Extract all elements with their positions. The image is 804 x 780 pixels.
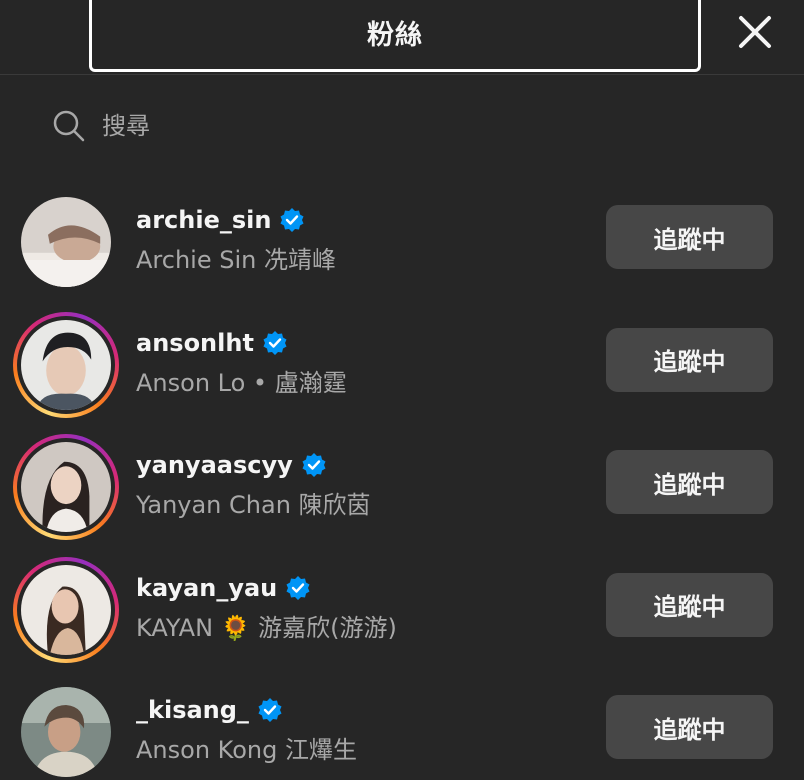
list-item[interactable]: _kisang_ Anson Kong 江𤒹生 追蹤中 — [0, 666, 804, 780]
username[interactable]: archie_sin — [136, 206, 271, 234]
avatar[interactable] — [13, 679, 119, 780]
username[interactable]: ansonlht — [136, 329, 254, 357]
avatar-photo — [21, 687, 111, 777]
verified-badge-icon — [285, 575, 311, 601]
list-item[interactable]: kayan_yau KAYAN 🌻 游嘉欣(游游) 追蹤中 — [0, 544, 804, 667]
dialog-title: 粉絲 — [367, 20, 423, 51]
close-button[interactable] — [733, 10, 777, 54]
avatar[interactable] — [13, 189, 119, 295]
verified-badge-icon — [257, 697, 283, 723]
following-button[interactable]: 追蹤中 — [606, 572, 773, 637]
avatar[interactable] — [13, 434, 119, 540]
verified-badge-icon — [301, 452, 327, 478]
list-item[interactable]: ansonlht Anson Lo • 盧瀚霆 追蹤中 — [0, 299, 804, 422]
search-icon — [52, 109, 86, 143]
following-button[interactable]: 追蹤中 — [606, 205, 773, 269]
title-container: 粉絲 — [89, 0, 701, 72]
full-name: Anson Lo • 盧瀚霆 — [136, 368, 347, 397]
avatar-photo — [21, 442, 111, 532]
avatar[interactable] — [13, 311, 119, 418]
following-button[interactable]: 追蹤中 — [606, 450, 773, 514]
avatar[interactable] — [13, 556, 119, 663]
avatar-photo — [21, 319, 111, 410]
full-name: Archie Sin 冼靖峰 — [136, 246, 336, 274]
verified-badge-icon — [262, 330, 288, 356]
search-bar — [52, 102, 752, 150]
avatar-photo — [21, 197, 111, 287]
verified-badge-icon — [279, 207, 305, 233]
username[interactable]: kayan_yau — [136, 574, 277, 602]
dialog-header: 粉絲 — [0, 0, 804, 75]
username[interactable]: yanyaascyy — [136, 451, 293, 479]
full-name: Anson Kong 江𤒹生 — [136, 736, 357, 764]
close-icon — [739, 16, 771, 48]
followers-dialog: 粉絲 搜尋 archie_sin Archie Sin 冼靖峰 追蹤中 anso… — [0, 0, 804, 780]
full-name: KAYAN 🌻 游嘉欣(游游) — [136, 613, 397, 642]
following-button[interactable]: 追蹤中 — [606, 327, 773, 392]
search-input[interactable] — [102, 112, 702, 140]
followers-list: archie_sin Archie Sin 冼靖峰 追蹤中 ansonlht A… — [0, 176, 804, 780]
following-button[interactable]: 追蹤中 — [606, 695, 773, 759]
list-item[interactable]: yanyaascyy Yanyan Chan 陳欣茵 追蹤中 — [0, 421, 804, 544]
avatar-photo — [21, 564, 111, 655]
full-name: Yanyan Chan 陳欣茵 — [136, 491, 371, 519]
list-item[interactable]: archie_sin Archie Sin 冼靖峰 追蹤中 — [0, 176, 804, 299]
username[interactable]: _kisang_ — [136, 696, 249, 724]
